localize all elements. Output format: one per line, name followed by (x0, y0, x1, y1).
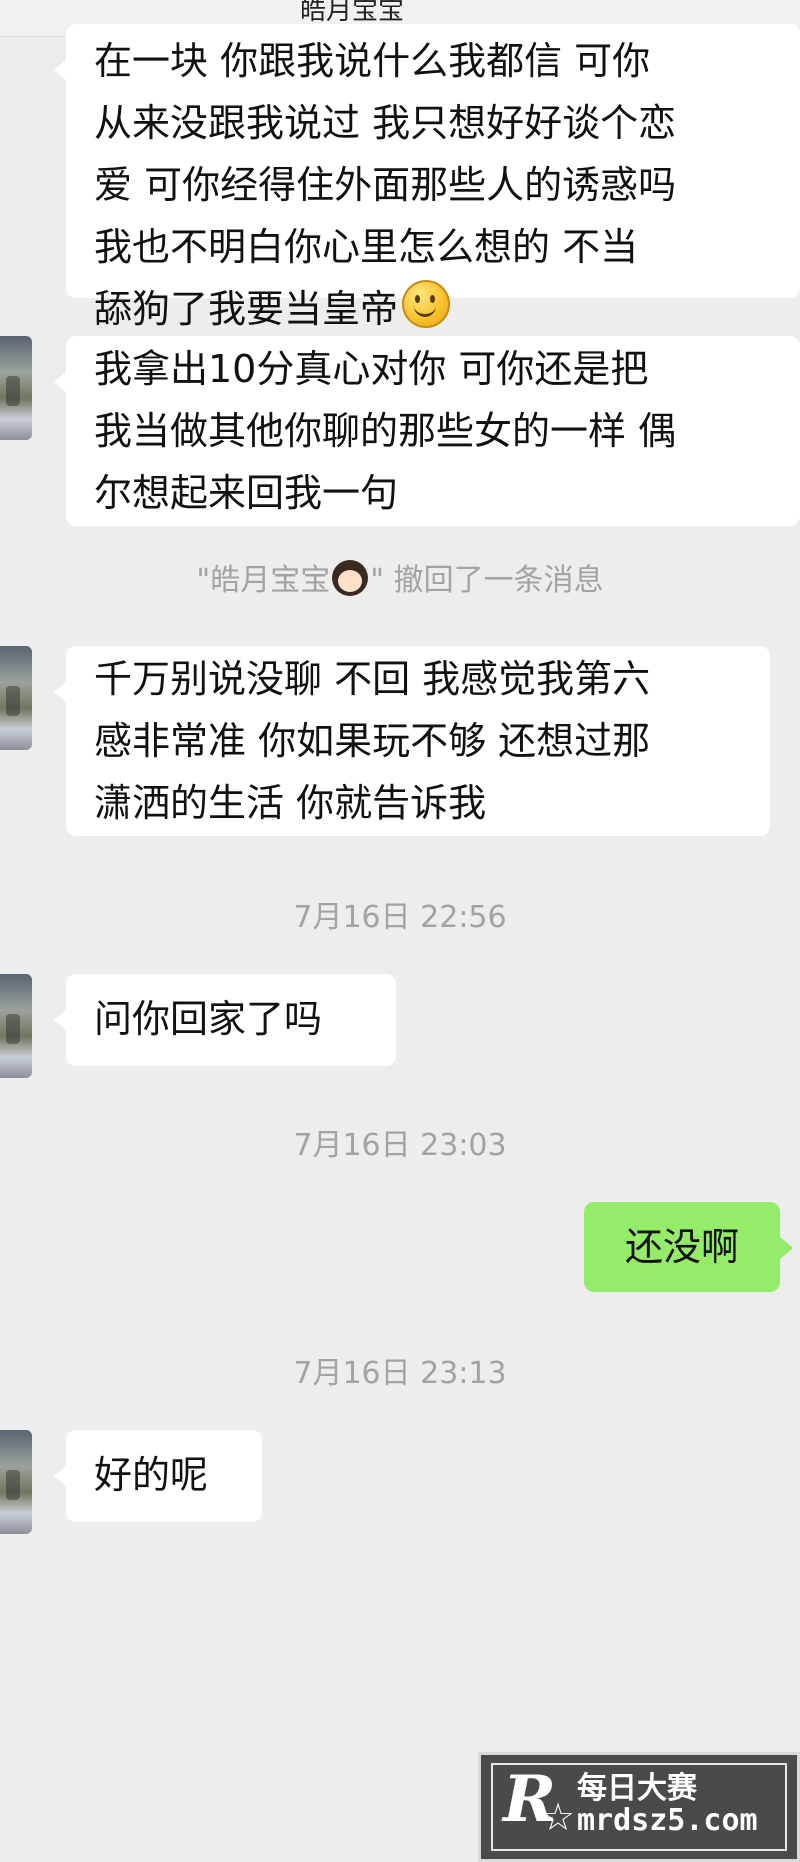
incoming-message[interactable]: 好的呢 (54, 1430, 262, 1522)
message-line: 舔狗了我要当皇帝 (94, 278, 772, 340)
watermark-name: 每日大赛 (577, 1771, 697, 1806)
incoming-message[interactable]: 问你回家了吗 (54, 974, 396, 1066)
message-line: 从来没跟我说过 我只想好好谈个恋 (94, 101, 677, 145)
smile-emoji-icon (402, 280, 451, 328)
chat-title: 皓月宝宝 (300, 0, 405, 26)
star-icon: ☆ (541, 1795, 576, 1839)
message-line: 好的呢 (94, 1453, 209, 1497)
message-line: 在一块 你跟我说什么我都信 可你 (94, 39, 651, 83)
message-line: 千万别说没聊 不回 我感觉我第六 (94, 657, 651, 701)
sender-avatar[interactable] (0, 336, 32, 440)
message-line: 我也不明白你心里怎么想的 不当 (94, 225, 639, 269)
sender-avatar[interactable] (0, 1430, 32, 1534)
timestamp: 7月16日 23:03 (293, 1128, 507, 1163)
timestamp: 7月16日 23:13 (293, 1356, 507, 1391)
message-line: 问你回家了吗 (94, 997, 323, 1041)
outgoing-message[interactable]: 还没啊 (584, 1202, 793, 1292)
chat-view: 皓月宝宝 在一块 你跟我说什么我都信 可你 从来没跟我说过 我只想好好谈个恋 爱… (0, 0, 800, 1862)
message-line: 尔想起来回我一句 (94, 471, 399, 515)
site-watermark: R ☆ 每日大赛 mrdsz5.com (478, 1752, 800, 1862)
message-line: 爱 可你经得住外面那些人的诱惑吗 (94, 163, 677, 207)
message-line: 还没啊 (624, 1225, 739, 1269)
incoming-message[interactable]: 在一块 你跟我说什么我都信 可你 从来没跟我说过 我只想好好谈个恋 爱 可你经得… (54, 24, 800, 331)
recall-suffix: " 撤回了一条消息 (370, 563, 604, 598)
message-text: 舔狗了我要当皇帝 (94, 287, 399, 331)
sender-avatar[interactable] (0, 974, 32, 1078)
message-line: 感非常准 你如果玩不够 还想过那 (94, 719, 651, 763)
sender-avatar[interactable] (0, 646, 32, 750)
girl-emoji-icon (332, 560, 369, 596)
incoming-message[interactable]: 千万别说没聊 不回 我感觉我第六 感非常准 你如果玩不够 还想过那 潇洒的生活 … (54, 646, 770, 836)
timestamp: 7月16日 22:56 (293, 900, 507, 935)
message-line: 我当做其他你聊的那些女的一样 偶 (94, 409, 677, 453)
incoming-message[interactable]: 我拿出10分真心对你 可你还是把 我当做其他你聊的那些女的一样 偶 尔想起来回我… (54, 336, 800, 526)
message-line: 我拿出10分真心对你 可你还是把 (94, 347, 649, 391)
recall-prefix: "皓月宝宝 (196, 563, 331, 598)
message-line: 潇洒的生活 你就告诉我 (94, 781, 487, 825)
watermark-url: mrdsz5.com (577, 1803, 758, 1838)
recall-notice: "皓月宝宝 " 撤回了一条消息 (0, 560, 800, 601)
